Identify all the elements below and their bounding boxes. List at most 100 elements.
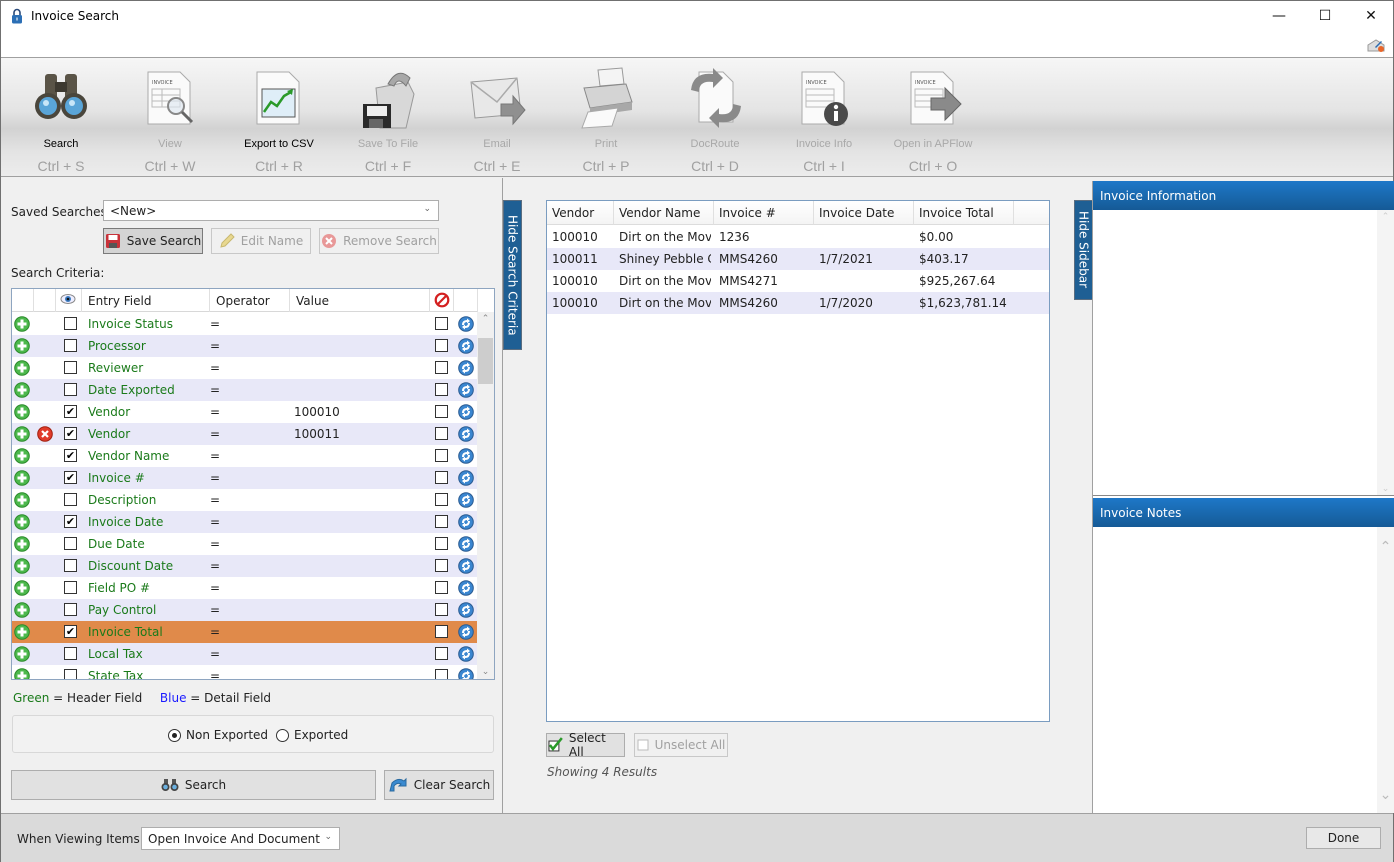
header-value[interactable]: Value (290, 289, 430, 312)
exclude-checkbox[interactable] (435, 537, 448, 550)
add-criteria-icon[interactable] (14, 404, 30, 420)
criteria-row[interactable]: ✔ Invoice Date = (12, 511, 478, 533)
sync-icon[interactable] (458, 338, 474, 354)
visible-checkbox[interactable]: ✔ (64, 405, 77, 418)
criteria-operator[interactable]: = (210, 427, 220, 441)
saved-searches-dropdown[interactable]: <New> ⌄ (103, 200, 439, 221)
criteria-row[interactable]: ✔ Invoice # = (12, 467, 478, 489)
criteria-operator[interactable]: = (210, 361, 220, 375)
minimize-button[interactable]: — (1256, 1, 1302, 31)
sync-icon[interactable] (458, 668, 474, 680)
sync-icon[interactable] (458, 470, 474, 486)
criteria-operator[interactable]: = (210, 647, 220, 661)
add-criteria-icon[interactable] (14, 492, 30, 508)
scroll-down-icon[interactable]: ⌄ (1377, 484, 1394, 494)
results-header-invoice-date[interactable]: Invoice Date (814, 201, 914, 225)
toolbar-invoice-info-button[interactable]: INVOICE Invoice Info Ctrl + I (769, 58, 879, 177)
visible-checkbox[interactable] (64, 581, 77, 594)
criteria-operator[interactable]: = (210, 405, 220, 419)
criteria-operator[interactable]: = (210, 669, 220, 679)
exclude-checkbox[interactable] (435, 515, 448, 528)
scroll-up-icon[interactable]: ⌃ (1377, 212, 1394, 222)
sync-icon[interactable] (458, 382, 474, 398)
sync-icon[interactable] (458, 404, 474, 420)
sync-icon[interactable] (458, 316, 474, 332)
add-criteria-icon[interactable] (14, 338, 30, 354)
non-exported-radio[interactable] (168, 729, 181, 742)
results-header-vendor-name[interactable]: Vendor Name (614, 201, 714, 225)
add-criteria-icon[interactable] (14, 668, 30, 680)
select-all-button[interactable]: Select All (546, 731, 625, 759)
toolbar-docroute-button[interactable]: DocRoute Ctrl + D (660, 58, 770, 177)
header-visible-column[interactable] (56, 289, 82, 312)
exclude-checkbox[interactable] (435, 427, 448, 440)
criteria-operator[interactable]: = (210, 317, 220, 331)
toolbar-search-button[interactable]: Search Ctrl + S (6, 58, 116, 177)
criteria-value[interactable]: 100010 (294, 405, 340, 419)
exclude-checkbox[interactable] (435, 625, 448, 638)
visible-checkbox[interactable] (64, 361, 77, 374)
criteria-row[interactable]: Date Exported = (12, 379, 478, 401)
visible-checkbox[interactable]: ✔ (64, 515, 77, 528)
scroll-up-icon[interactable]: ⌃ (477, 314, 494, 324)
add-criteria-icon[interactable] (14, 426, 30, 442)
hide-search-criteria-tab[interactable]: Hide Search Criteria (503, 200, 522, 350)
result-row[interactable]: 100010 Dirt on the Move 1236 $0.00 (547, 226, 1049, 248)
exclude-checkbox[interactable] (435, 493, 448, 506)
criteria-row[interactable]: Invoice Status = (12, 313, 478, 335)
criteria-operator[interactable]: = (210, 581, 220, 595)
save-search-button[interactable]: Save Search (103, 228, 203, 254)
criteria-scrollbar[interactable]: ⌃ ⌄ (477, 312, 494, 679)
exclude-checkbox[interactable] (435, 647, 448, 660)
add-criteria-icon[interactable] (14, 646, 30, 662)
criteria-row[interactable]: Field PO # = (12, 577, 478, 599)
criteria-operator[interactable]: = (210, 383, 220, 397)
exported-label[interactable]: Exported (294, 728, 348, 742)
toolbar-export-csv-button[interactable]: Export to CSV Ctrl + R (224, 58, 334, 177)
criteria-row[interactable]: Due Date = (12, 533, 478, 555)
result-row[interactable]: 100011 Shiney Pebble Co MMS4260 1/7/2021 $40… (547, 248, 1049, 270)
criteria-row[interactable]: Discount Date = (12, 555, 478, 577)
sync-icon[interactable] (458, 448, 474, 464)
add-criteria-icon[interactable] (14, 580, 30, 596)
exclude-checkbox[interactable] (435, 559, 448, 572)
exclude-checkbox[interactable] (435, 603, 448, 616)
result-row[interactable]: 100010 Dirt on the Move MMS4271 $925,267.64 (547, 270, 1049, 292)
criteria-row[interactable]: State Tax = (12, 665, 478, 680)
exported-radio[interactable] (276, 729, 289, 742)
toolbar-save-to-file-button[interactable]: Save To File Ctrl + F (333, 58, 443, 177)
scroll-down-icon[interactable]: ⌄ (477, 667, 494, 677)
criteria-operator[interactable]: = (210, 471, 220, 485)
exclude-checkbox[interactable] (435, 471, 448, 484)
sync-icon[interactable] (458, 492, 474, 508)
results-header-invoice-number[interactable]: Invoice # (714, 201, 814, 225)
unselect-all-button[interactable]: Unselect All (634, 733, 728, 757)
criteria-row[interactable]: Processor = (12, 335, 478, 357)
non-exported-label[interactable]: Non Exported (186, 728, 268, 742)
toolbar-print-button[interactable]: Print Ctrl + P (551, 58, 661, 177)
visible-checkbox[interactable] (64, 669, 77, 679)
criteria-operator[interactable]: = (210, 559, 220, 573)
criteria-row[interactable]: Description = (12, 489, 478, 511)
hide-sidebar-tab[interactable]: Hide Sidebar (1074, 200, 1093, 300)
toolbar-open-apflow-button[interactable]: INVOICE Open in APFlow Ctrl + O (878, 58, 988, 177)
criteria-operator[interactable]: = (210, 449, 220, 463)
edit-name-button[interactable]: Edit Name (211, 228, 311, 254)
add-criteria-icon[interactable] (14, 558, 30, 574)
add-criteria-icon[interactable] (14, 316, 30, 332)
visible-checkbox[interactable] (64, 383, 77, 396)
scroll-up-icon[interactable]: ⌃ (1377, 539, 1394, 555)
criteria-operator[interactable]: = (210, 603, 220, 617)
criteria-row[interactable]: ✔ Invoice Total = (12, 621, 478, 643)
close-button[interactable]: ✕ (1348, 1, 1394, 31)
result-row[interactable]: 100010 Dirt on the Move MMS4260 1/7/2020 $1,… (547, 292, 1049, 314)
criteria-operator[interactable]: = (210, 537, 220, 551)
sync-icon[interactable] (458, 426, 474, 442)
criteria-operator[interactable]: = (210, 515, 220, 529)
search-button[interactable]: Search (11, 770, 376, 800)
criteria-row[interactable]: ✔ Vendor Name = (12, 445, 478, 467)
header-exclude-column[interactable] (430, 289, 454, 312)
visible-checkbox[interactable] (64, 647, 77, 660)
add-criteria-icon[interactable] (14, 360, 30, 376)
toolbar-view-button[interactable]: INVOICE View Ctrl + W (115, 58, 225, 177)
